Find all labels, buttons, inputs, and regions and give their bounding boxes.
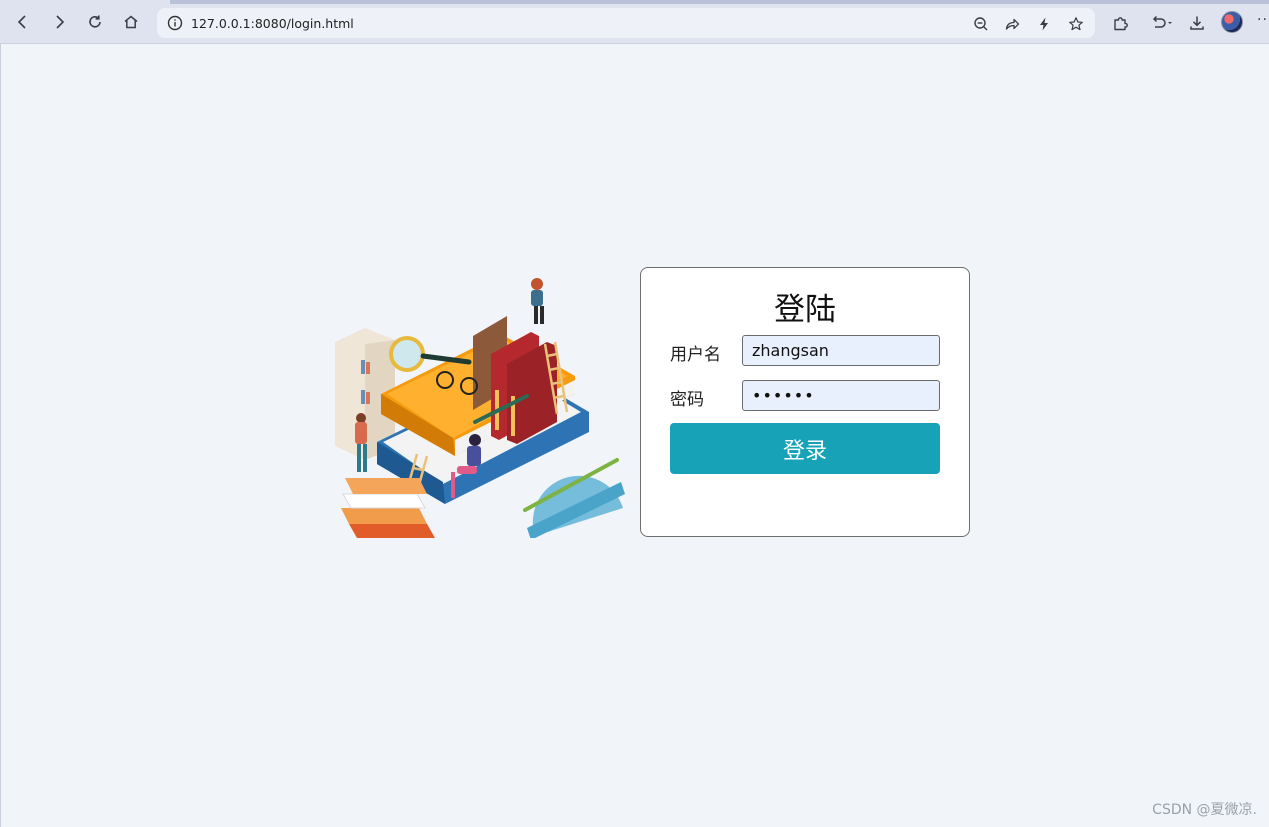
- login-card: 登陆 用户名 密码 登录: [640, 267, 970, 537]
- page-viewport: 登陆 用户名 密码 登录 CSDN @夏微凉.: [0, 44, 1269, 827]
- share-icon[interactable]: [1001, 13, 1023, 35]
- username-label: 用户名: [670, 345, 721, 365]
- password-label: 密码: [670, 390, 704, 410]
- profile-avatar[interactable]: [1221, 11, 1243, 33]
- undo-icon[interactable]: [1145, 9, 1179, 37]
- info-icon[interactable]: [167, 15, 183, 31]
- url-text[interactable]: 127.0.0.1:8080/login.html: [191, 16, 354, 31]
- puzzle-icon[interactable]: [1107, 9, 1135, 37]
- back-arrow-icon[interactable]: [10, 9, 36, 35]
- browser-toolbar: 127.0.0.1:8080/login.html ···: [0, 0, 1269, 44]
- more-icon[interactable]: ···: [1257, 12, 1269, 28]
- zoom-out-icon[interactable]: [970, 13, 992, 35]
- forward-arrow-icon[interactable]: [46, 9, 72, 35]
- login-button[interactable]: 登录: [670, 423, 940, 474]
- address-bar[interactable]: 127.0.0.1:8080/login.html: [157, 8, 1095, 38]
- home-icon[interactable]: [118, 9, 144, 35]
- lightning-icon[interactable]: [1033, 13, 1055, 35]
- watermark: CSDN @夏微凉.: [1152, 802, 1257, 818]
- password-input[interactable]: [742, 380, 940, 411]
- books-illustration: [335, 278, 625, 538]
- login-title: 登陆: [774, 292, 836, 328]
- reload-icon[interactable]: [82, 9, 108, 35]
- download-icon[interactable]: [1183, 9, 1211, 37]
- tab-strip: [170, 0, 1269, 4]
- username-input[interactable]: [742, 335, 940, 366]
- star-icon[interactable]: [1065, 13, 1087, 35]
